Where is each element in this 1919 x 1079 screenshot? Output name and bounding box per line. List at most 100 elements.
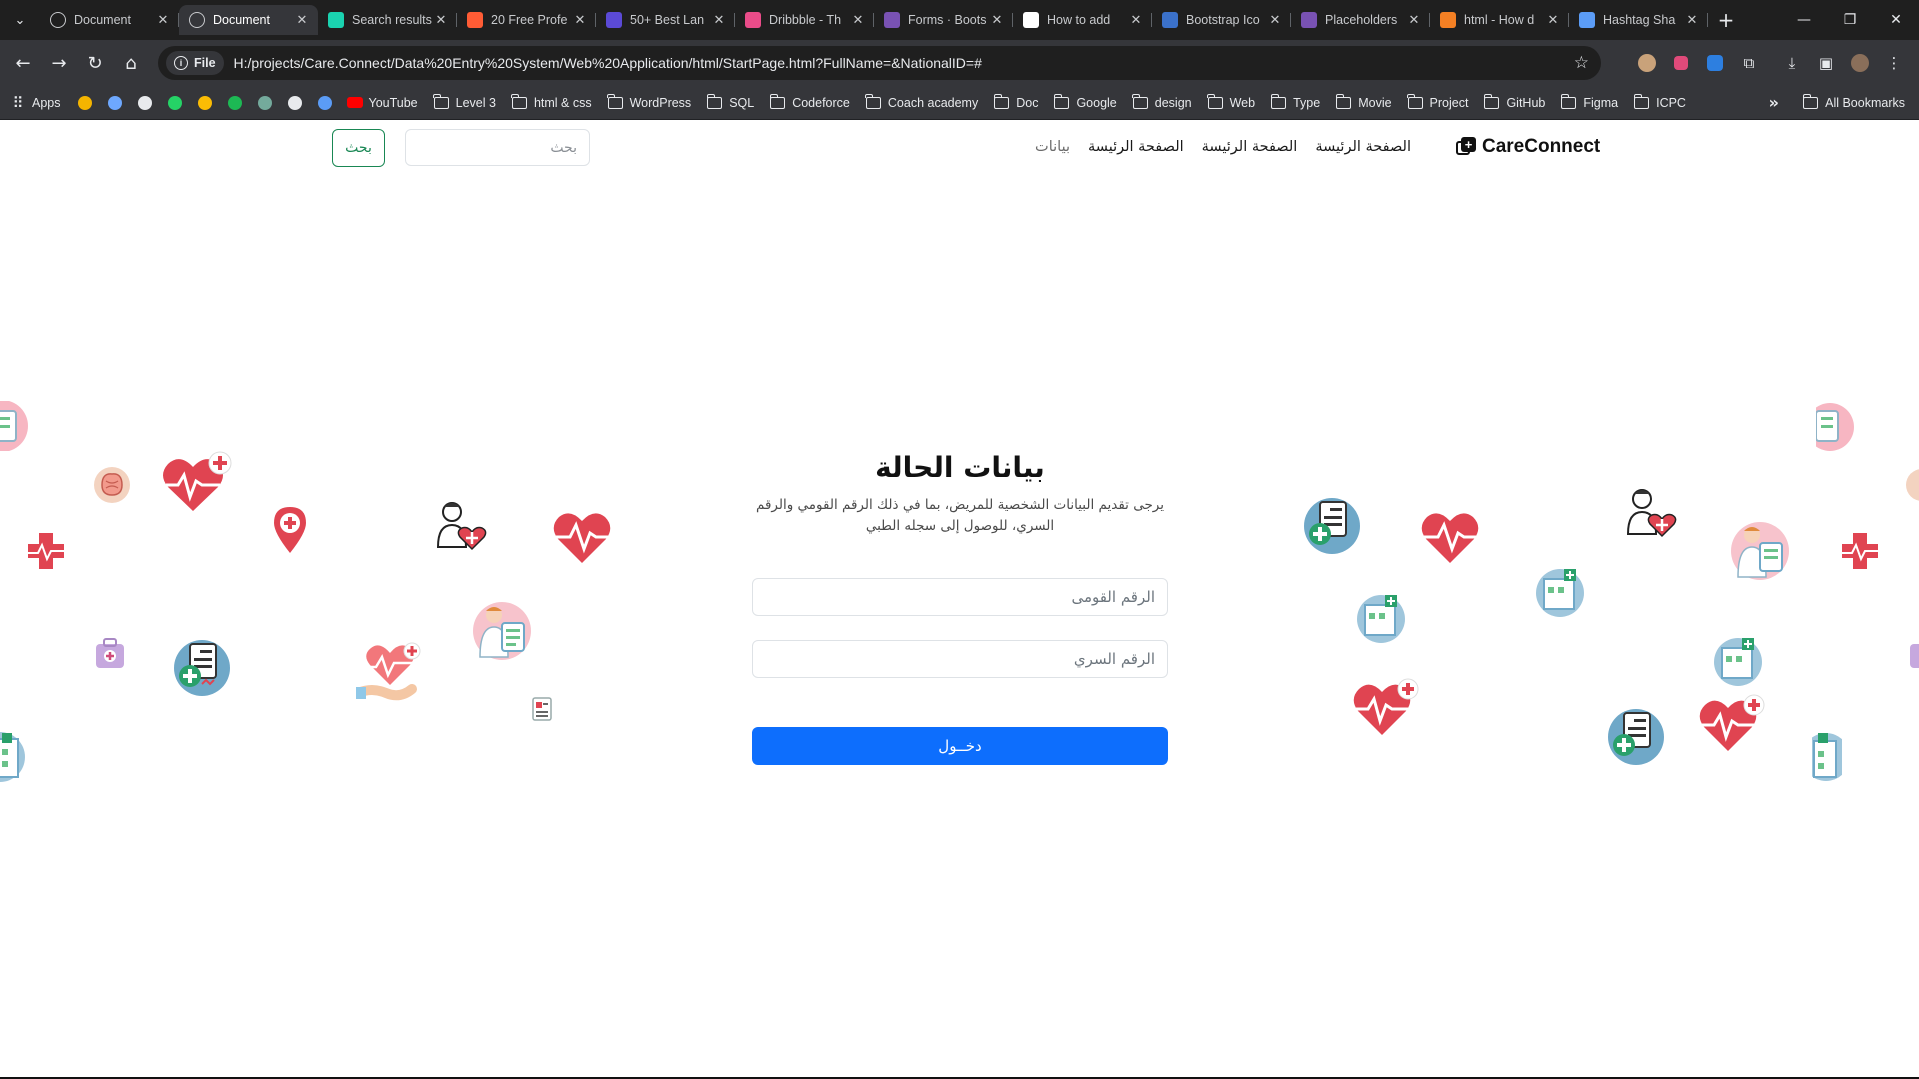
bookmark-item[interactable]: ⠿ Apps bbox=[10, 95, 61, 112]
bookmark-item[interactable] bbox=[287, 95, 303, 111]
forward-icon[interactable]: → bbox=[42, 46, 76, 80]
browser-tab[interactable]: html - How d ✕ bbox=[1430, 5, 1569, 35]
url-text[interactable]: H:/projects/Care.Connect/Data%20Entry%20… bbox=[234, 55, 982, 71]
bookmark-item[interactable]: html & css bbox=[511, 93, 592, 110]
bookmark-item[interactable]: Coach academy bbox=[865, 93, 978, 110]
bookmark-item[interactable]: Codeforce bbox=[769, 93, 850, 110]
bookmark-star-icon[interactable]: ☆ bbox=[1574, 53, 1589, 73]
site-info-chip[interactable]: i File bbox=[166, 51, 224, 75]
bulb-icon bbox=[137, 95, 153, 111]
bookmark-item[interactable] bbox=[257, 95, 273, 111]
tab-close-icon[interactable]: ✕ bbox=[433, 12, 449, 28]
browser-tab[interactable]: 50+ Best Lan ✕ bbox=[596, 5, 735, 35]
figma-extension-icon[interactable] bbox=[1667, 49, 1695, 77]
bookmark-item[interactable]: GitHub bbox=[1483, 93, 1545, 110]
globe-icon bbox=[50, 12, 66, 28]
bookmark-label: Doc bbox=[1016, 95, 1039, 110]
bookmark-item[interactable] bbox=[107, 95, 123, 111]
bookmark-item[interactable] bbox=[197, 95, 213, 111]
bookmark-label: html & css bbox=[533, 95, 592, 110]
bookmark-item[interactable]: Web bbox=[1207, 93, 1255, 110]
home-icon[interactable]: ⌂ bbox=[114, 46, 148, 80]
bookmark-item[interactable]: Type bbox=[1270, 93, 1320, 110]
restore-icon[interactable]: ❐ bbox=[1827, 0, 1873, 40]
bookmark-item[interactable]: YouTube bbox=[346, 95, 418, 111]
bookmark-item[interactable] bbox=[77, 95, 93, 111]
download-icon[interactable]: ⤓ bbox=[1778, 49, 1806, 77]
tab-close-icon[interactable]: ✕ bbox=[1406, 12, 1422, 28]
nav-link[interactable]: بيانات bbox=[1035, 139, 1070, 155]
tab-close-icon[interactable]: ✕ bbox=[155, 12, 171, 28]
openai-icon bbox=[1023, 12, 1039, 28]
tab-close-icon[interactable]: ✕ bbox=[294, 12, 310, 28]
reload-icon[interactable]: ↻ bbox=[78, 46, 112, 80]
bookmark-item[interactable] bbox=[137, 95, 153, 111]
bookmark-item[interactable] bbox=[227, 95, 243, 111]
bookmark-item[interactable]: Google bbox=[1053, 93, 1117, 110]
tab-close-icon[interactable]: ✕ bbox=[1684, 12, 1700, 28]
browser-tab[interactable]: Placeholders ✕ bbox=[1291, 5, 1430, 35]
bookmark-item[interactable]: Project bbox=[1407, 93, 1468, 110]
side-panel-icon[interactable]: ▣ bbox=[1812, 49, 1840, 77]
minimize-icon[interactable]: — bbox=[1781, 0, 1827, 40]
medical-cross-icon bbox=[1842, 533, 1878, 569]
address-bar[interactable]: i File H:/projects/Care.Connect/Data%20E… bbox=[158, 46, 1601, 80]
nav-link[interactable]: الصفحة الرئيسة bbox=[1088, 139, 1184, 155]
hospital-building-icon bbox=[1714, 638, 1762, 686]
password-field[interactable] bbox=[752, 640, 1168, 678]
nav-link[interactable]: الصفحة الرئيسة bbox=[1202, 139, 1298, 155]
new-tab-button[interactable]: + bbox=[1712, 6, 1740, 34]
puzzle-extensions-icon[interactable]: ⧉ bbox=[1735, 49, 1763, 77]
bookmark-item[interactable]: WordPress bbox=[607, 93, 691, 110]
bookmark-item[interactable]: Doc bbox=[993, 93, 1039, 110]
fonts-extension-icon[interactable] bbox=[1701, 49, 1729, 77]
login-button[interactable]: دخــول bbox=[752, 727, 1168, 765]
browser-tab[interactable]: Search results ✕ bbox=[318, 5, 457, 35]
profile-extension-icon[interactable] bbox=[1633, 49, 1661, 77]
browser-tab[interactable]: How to add ✕ bbox=[1013, 5, 1152, 35]
tab-close-icon[interactable]: ✕ bbox=[572, 12, 588, 28]
nav-link[interactable]: الصفحة الرئيسة bbox=[1315, 139, 1411, 155]
bookmark-item[interactable] bbox=[317, 95, 333, 111]
bookmark-item[interactable]: ICPC bbox=[1633, 93, 1686, 110]
browser-tab[interactable]: Dribbble - Th ✕ bbox=[735, 5, 874, 35]
browser-tab[interactable]: Document ✕ bbox=[179, 5, 318, 35]
avatar[interactable] bbox=[1846, 49, 1874, 77]
tab-close-icon[interactable]: ✕ bbox=[1267, 12, 1283, 28]
national-id-field[interactable] bbox=[752, 578, 1168, 616]
bookmark-item[interactable]: Figma bbox=[1560, 93, 1618, 110]
all-bookmarks-button[interactable]: All Bookmarks bbox=[1802, 93, 1905, 110]
bookmark-item[interactable]: Movie bbox=[1335, 93, 1392, 110]
bookmark-item[interactable]: SQL bbox=[706, 93, 754, 110]
bookmark-label: Movie bbox=[1358, 95, 1392, 110]
tab-title: Forms · Boots bbox=[908, 13, 987, 27]
bookmark-item[interactable]: Level 3 bbox=[433, 93, 496, 110]
menu-kebab-icon[interactable]: ⋮ bbox=[1880, 49, 1908, 77]
all-bookmarks-label: All Bookmarks bbox=[1825, 95, 1905, 110]
folder-icon bbox=[1207, 93, 1223, 109]
tab-search-icon[interactable]: ⌄ bbox=[0, 0, 40, 40]
tab-close-icon[interactable]: ✕ bbox=[850, 12, 866, 28]
browser-tab[interactable]: Hashtag Sha ✕ bbox=[1569, 5, 1708, 35]
location-pin-icon bbox=[274, 507, 306, 553]
browser-tab[interactable]: Bootstrap Ico ✕ bbox=[1152, 5, 1291, 35]
heart-hand-icon bbox=[356, 642, 421, 701]
bookmark-item[interactable] bbox=[167, 95, 183, 111]
tab-close-icon[interactable]: ✕ bbox=[1545, 12, 1561, 28]
browser-tab[interactable]: 20 Free Profe ✕ bbox=[457, 5, 596, 35]
close-window-icon[interactable]: ✕ bbox=[1873, 0, 1919, 40]
tab-close-icon[interactable]: ✕ bbox=[711, 12, 727, 28]
tab-close-icon[interactable]: ✕ bbox=[1128, 12, 1144, 28]
bookmark-label: Codeforce bbox=[792, 95, 850, 110]
browser-tab[interactable]: Forms · Boots ✕ bbox=[874, 5, 1013, 35]
health-insurance-icon bbox=[1304, 498, 1360, 554]
bookmark-item[interactable]: design bbox=[1132, 93, 1192, 110]
search-button[interactable]: بحث bbox=[332, 129, 385, 167]
search-input[interactable] bbox=[405, 129, 590, 166]
more-bookmarks-icon[interactable]: » bbox=[1769, 93, 1779, 112]
tab-close-icon[interactable]: ✕ bbox=[989, 12, 1005, 28]
back-icon[interactable]: ← bbox=[6, 46, 40, 80]
mdb-icon bbox=[1162, 12, 1178, 28]
browser-tab[interactable]: Document ✕ bbox=[40, 5, 179, 35]
brand-logo[interactable]: + CareConnect bbox=[1456, 136, 1600, 158]
